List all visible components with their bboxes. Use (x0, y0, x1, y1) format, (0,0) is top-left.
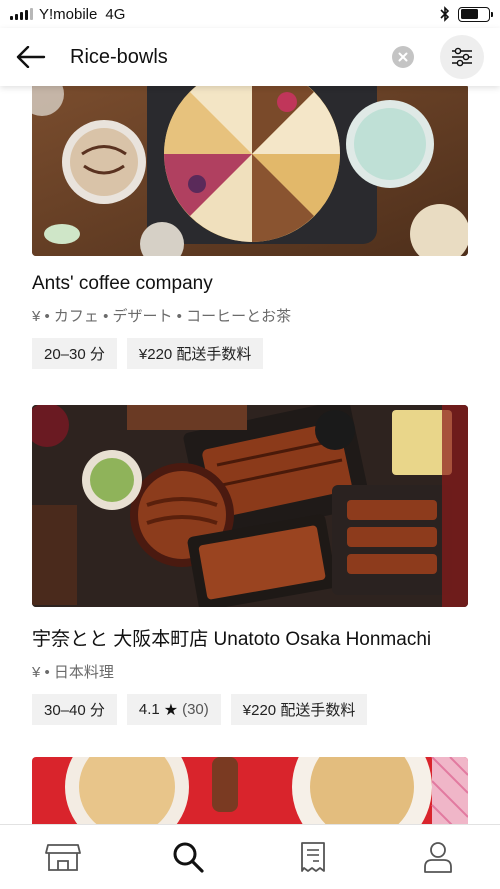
storefront-icon (44, 844, 81, 871)
restaurant-name[interactable]: 宇奈とと 大阪本町店 Unatoto Osaka Honmachi (32, 624, 468, 651)
search-icon (173, 842, 204, 873)
restaurant-card[interactable]: Ants' coffee company ¥ • カフェ • デザート • コー… (32, 86, 468, 369)
filter-sliders-icon (452, 47, 472, 67)
delivery-time-chip: 20–30 分 (32, 338, 117, 369)
unagi-bowls-photo (32, 405, 468, 607)
back-button[interactable] (16, 39, 52, 75)
nav-search[interactable] (163, 832, 213, 882)
filter-button[interactable] (440, 35, 484, 79)
arrow-left-icon (16, 46, 46, 68)
network-type: 4G (105, 5, 126, 23)
bluetooth-icon (440, 6, 450, 22)
person-icon (423, 842, 452, 873)
restaurant-feed[interactable]: Ants' coffee company ¥ • カフェ • デザート • コー… (0, 86, 500, 824)
star-icon: ★ (163, 701, 179, 719)
carrier-name: Y!mobile (39, 5, 98, 23)
clear-search-button[interactable] (392, 46, 414, 68)
clear-x-icon (398, 52, 408, 62)
nav-home[interactable] (38, 832, 88, 882)
rating-chip: 4.1 ★ (30) (126, 694, 221, 725)
rating-value: 4.1 (138, 701, 160, 718)
delivery-fee-chip: ¥220 配送手数料 (126, 338, 264, 369)
cake-and-coffee-photo (32, 86, 468, 256)
bottom-navigation (0, 824, 500, 889)
restaurant-image[interactable] (32, 405, 468, 607)
battery-icon (458, 6, 493, 22)
crepe-photo (32, 757, 468, 824)
restaurant-categories: ¥ • 日本料理 (32, 664, 114, 681)
search-header: Rice-bowls (0, 28, 500, 86)
restaurant-card[interactable]: 宇奈とと 大阪本町店 Unatoto Osaka Honmachi ¥ • 日本… (32, 405, 468, 725)
restaurant-card[interactable] (32, 757, 468, 824)
delivery-fee-chip: ¥220 配送手数料 (230, 694, 368, 725)
search-input[interactable]: Rice-bowls (70, 46, 392, 69)
delivery-time-chip: 30–40 分 (32, 694, 117, 725)
restaurant-image[interactable] (32, 757, 468, 824)
restaurant-name[interactable]: Ants' coffee company (32, 273, 468, 295)
nav-account[interactable] (413, 832, 463, 882)
restaurant-image[interactable] (32, 86, 468, 256)
receipt-icon (300, 842, 325, 872)
nav-orders[interactable] (288, 832, 338, 882)
status-bar: Y!mobile 4G (0, 0, 500, 28)
rating-count: (30) (182, 701, 209, 718)
signal-strength-icon (10, 8, 33, 20)
restaurant-categories: ¥ • カフェ • デザート • コーヒーとお茶 (32, 308, 292, 325)
battery-level (460, 9, 479, 19)
